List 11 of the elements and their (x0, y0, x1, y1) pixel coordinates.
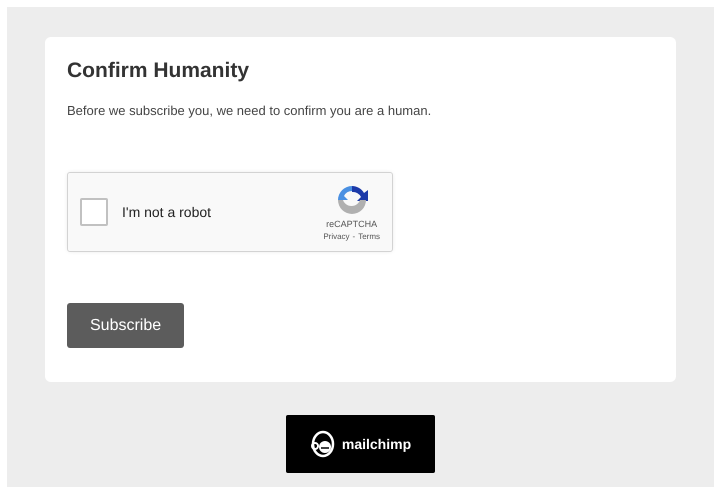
link-separator: - (352, 232, 356, 241)
recaptcha-brand: reCAPTCHA (326, 219, 378, 229)
mailchimp-wordmark: mailchimp (342, 436, 412, 452)
subscribe-button[interactable]: Subscribe (67, 303, 184, 348)
captcha-checkbox[interactable] (80, 198, 108, 226)
mailchimp-badge[interactable]: mailchimp (286, 415, 435, 473)
form-title: Confirm Humanity (67, 59, 250, 83)
terms-link[interactable]: Terms (358, 232, 380, 241)
captcha-label: I'm not a robot (122, 204, 212, 220)
privacy-link[interactable]: Privacy (323, 232, 350, 241)
form-message: Before we subscribe you, we need to confirm you are a human. (67, 103, 432, 118)
